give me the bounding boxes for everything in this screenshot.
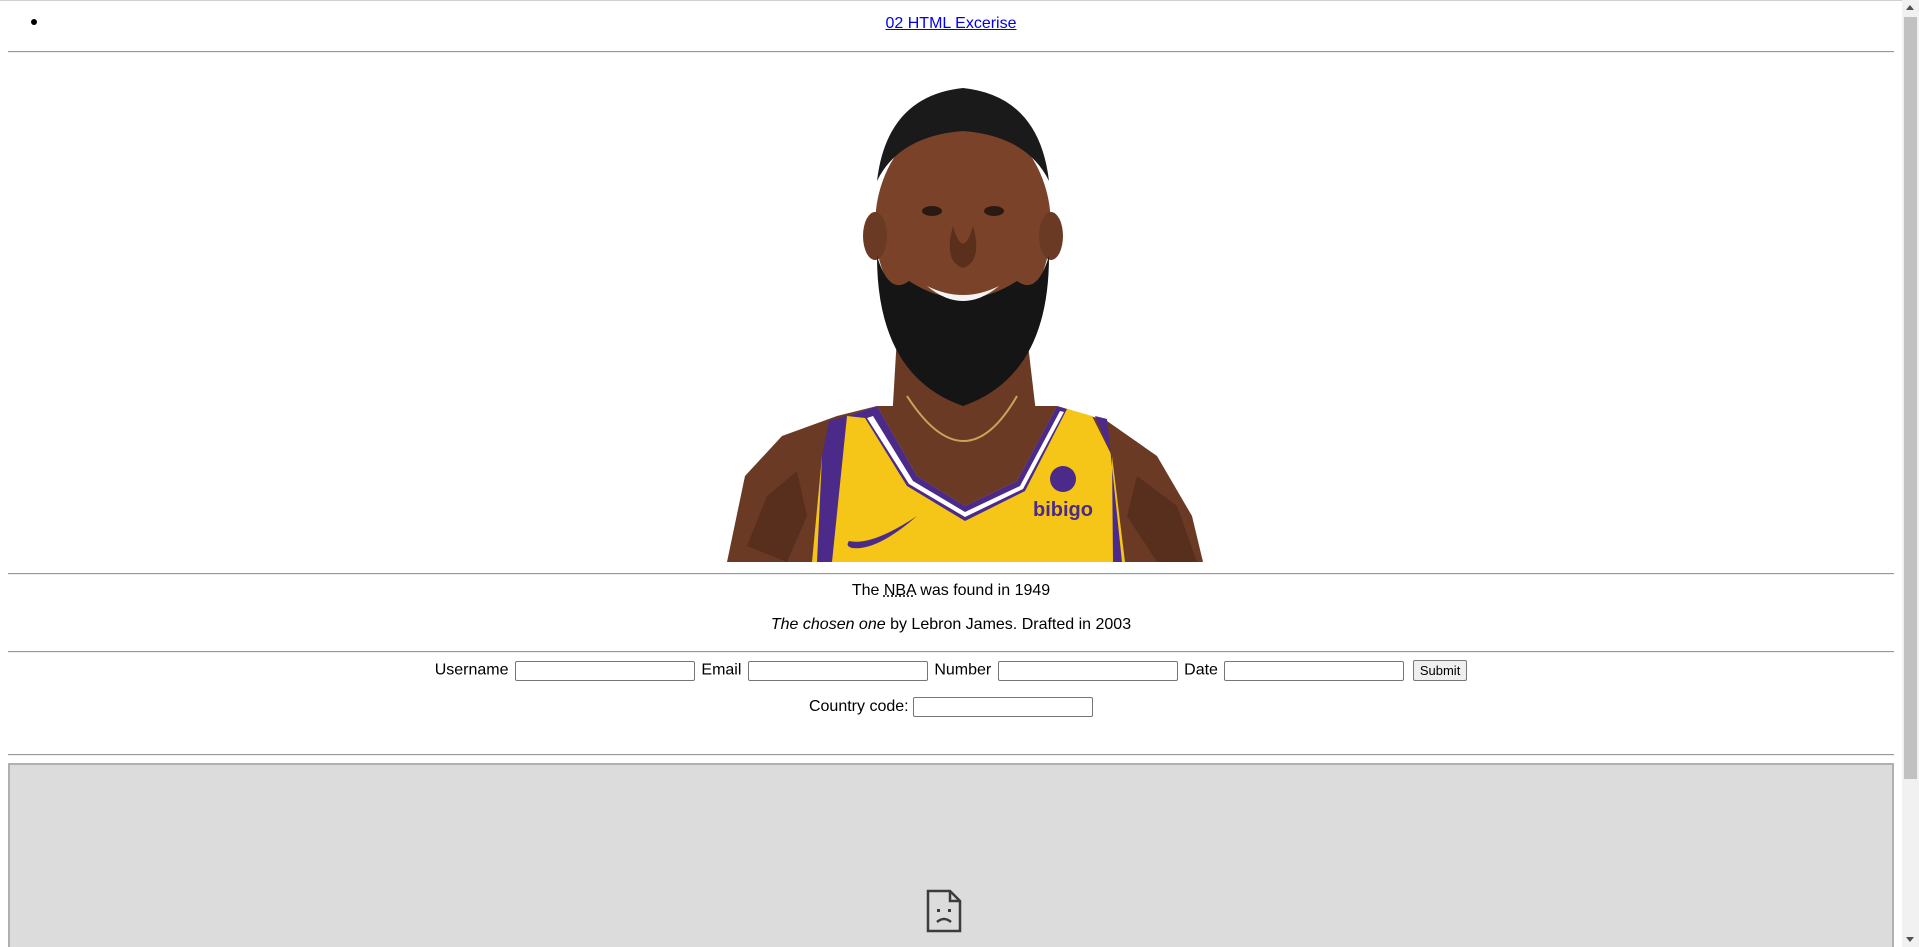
divider <box>8 51 1894 53</box>
divider <box>8 754 1894 756</box>
email-label: Email <box>701 661 742 679</box>
username-label: Username <box>434 661 509 679</box>
signup-form: Username Email Number Date Submit <box>0 660 1902 681</box>
nba-fact: The NBA was found in 1949 <box>851 582 1051 599</box>
username-input[interactable] <box>514 660 695 681</box>
scroll-up-arrow-icon[interactable] <box>1906 5 1914 10</box>
divider <box>8 651 1894 653</box>
quote-title: The chosen one <box>770 616 886 633</box>
vertical-scrollbar[interactable] <box>1902 0 1919 947</box>
exercise-link[interactable]: 02 HTML Excerise <box>886 15 1017 32</box>
top-border <box>0 0 1902 1</box>
nav-item: 02 HTML Excerise <box>0 15 1902 33</box>
quote-line: The chosen one by Lebron James. Drafted … <box>770 616 1132 633</box>
scroll-down-arrow-icon[interactable] <box>1906 937 1914 942</box>
sad-document-icon <box>926 889 962 933</box>
submit-button[interactable]: Submit <box>1412 660 1468 681</box>
jersey-sponsor-text: bibigo <box>1033 499 1093 521</box>
date-label: Date <box>1184 661 1218 679</box>
lebron-james-portrait: bibigo <box>727 88 1203 562</box>
embedded-frame[interactable] <box>8 763 1894 947</box>
date-input[interactable] <box>1224 660 1405 681</box>
scroll-thumb[interactable] <box>1904 17 1917 779</box>
email-input[interactable] <box>747 660 928 681</box>
number-label: Number <box>934 661 992 679</box>
country-code-row: Country code: <box>0 697 1902 717</box>
country-code-input[interactable] <box>913 697 1094 717</box>
nba-abbreviation: NBA <box>883 582 916 599</box>
number-input[interactable] <box>997 660 1178 681</box>
country-code-label: Country code: <box>808 698 909 716</box>
divider <box>8 573 1894 575</box>
page: 02 HTML Excerise bibigo The NBA was foun… <box>0 0 1902 947</box>
